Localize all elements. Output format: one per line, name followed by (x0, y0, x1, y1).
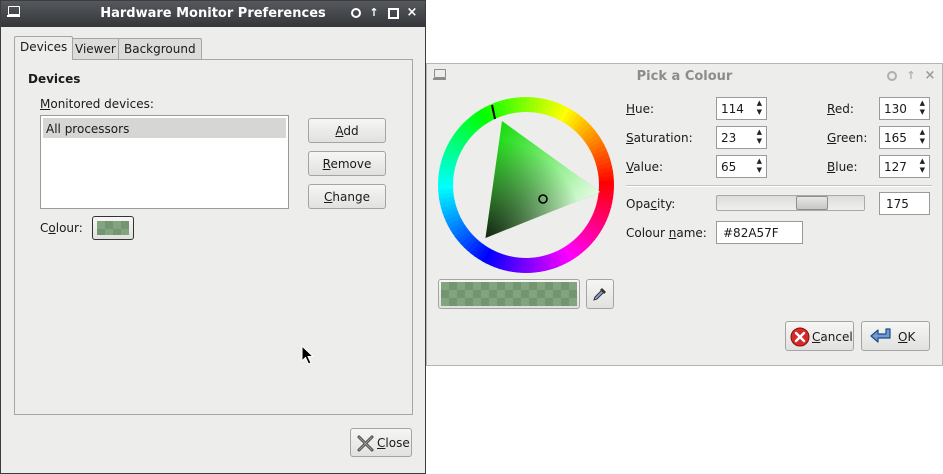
remove-button[interactable]: Remove (308, 151, 386, 176)
colour-preview-swatch (441, 282, 577, 306)
change-button[interactable]: Change (308, 184, 386, 209)
eyedropper-icon (593, 288, 606, 301)
monitored-devices-label: Monitored devices: (40, 97, 154, 111)
spin-arrows-icon: ▲ ▼ (919, 128, 925, 145)
devices-list[interactable]: All processors (40, 115, 289, 209)
tab-devices[interactable]: Devices (14, 36, 74, 60)
colour-label: Colour: (40, 221, 83, 235)
colour-name-label: Colour name: (626, 226, 707, 240)
hue-spinbutton[interactable]: 114 ▲ ▼ (716, 97, 767, 120)
red-label: Red: (827, 102, 854, 116)
value-spinbutton[interactable]: 65 ▲ ▼ (716, 155, 767, 178)
spin-arrows-icon: ▲ ▼ (756, 99, 762, 116)
devices-panel (14, 59, 413, 415)
opacity-slider[interactable] (716, 195, 865, 211)
eyedropper-button[interactable] (586, 279, 614, 309)
ok-button-label: OK (898, 330, 916, 344)
list-item[interactable]: All processors (43, 118, 286, 138)
saturation-label: Saturation: (626, 131, 693, 145)
preferences-titlebar[interactable]: Hardware Monitor Preferences ↑ × (1, 1, 425, 27)
preferences-window: Hardware Monitor Preferences ↑ × Devices… (0, 0, 426, 474)
colour-picker-window: Pick a Colour ↑ × Hue: 114 ▲ ▼ Saturatio… (426, 63, 943, 366)
colour-button[interactable] (92, 216, 134, 240)
tab-background[interactable]: Background (118, 38, 202, 59)
raise-icon[interactable]: ↑ (904, 69, 918, 83)
devices-section-title: Devices (28, 72, 81, 86)
tab-viewer[interactable]: Viewer (69, 38, 122, 59)
separator (626, 185, 932, 187)
cancel-button[interactable]: Cancel (785, 321, 854, 351)
close-window-icon[interactable]: × (923, 69, 937, 83)
close-x-icon (357, 435, 374, 452)
window-menu-icon[interactable] (885, 69, 899, 83)
opacity-entry[interactable]: 175 (879, 192, 930, 215)
hue-label: Hue: (626, 102, 655, 116)
window-menu-icon[interactable] (349, 6, 363, 20)
colour-preview (438, 279, 580, 309)
red-cancel-icon (790, 327, 810, 347)
blue-spinbutton[interactable]: 127 ▲ ▼ (879, 155, 930, 178)
raise-icon[interactable]: ↑ (367, 6, 381, 20)
spin-arrows-icon: ▲ ▼ (919, 99, 925, 116)
opacity-label: Opacity: (626, 197, 676, 211)
cancel-button-label: Cancel (812, 330, 853, 344)
mouse-pointer-icon (301, 345, 315, 365)
value-label: Value: (626, 160, 663, 174)
blue-label: Blue: (827, 160, 858, 174)
close-window-icon[interactable]: × (405, 6, 419, 20)
green-spinbutton[interactable]: 165 ▲ ▼ (879, 126, 930, 149)
add-button[interactable]: Add (308, 118, 386, 143)
opacity-slider-handle[interactable] (796, 196, 828, 210)
blue-return-arrow-icon (870, 328, 891, 343)
picker-title: Pick a Colour (636, 69, 733, 84)
spin-arrows-icon: ▲ ▼ (756, 157, 762, 174)
spin-arrows-icon: ▲ ▼ (756, 128, 762, 145)
ok-button[interactable]: OK (861, 321, 930, 351)
saturation-spinbutton[interactable]: 23 ▲ ▼ (716, 126, 767, 149)
picker-titlebar[interactable]: Pick a Colour ↑ × (427, 64, 942, 90)
colour-wheel[interactable] (438, 97, 614, 273)
green-label: Green: (827, 131, 868, 145)
colour-name-entry[interactable]: #82A57F (716, 221, 803, 244)
maximize-icon[interactable] (386, 6, 400, 20)
colour-swatch (97, 221, 129, 235)
red-spinbutton[interactable]: 130 ▲ ▼ (879, 97, 930, 120)
close-button[interactable]: Close (350, 428, 412, 457)
close-button-label: Close (377, 436, 410, 450)
spin-arrows-icon: ▲ ▼ (919, 157, 925, 174)
